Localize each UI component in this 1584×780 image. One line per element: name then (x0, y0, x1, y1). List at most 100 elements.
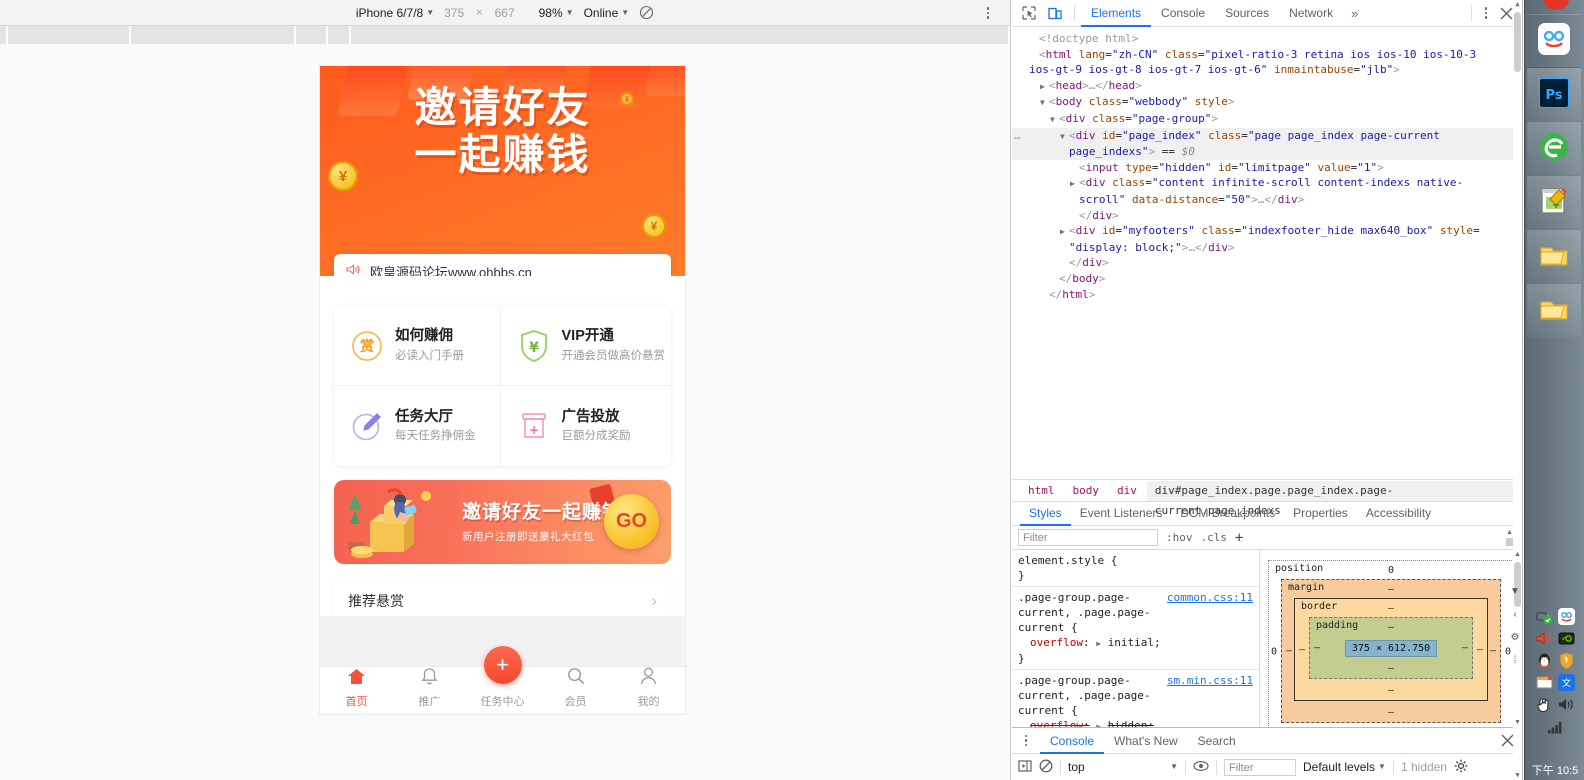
css-rule-common[interactable]: common.css:11 .page-group.page-current, … (1012, 587, 1259, 670)
css-property[interactable]: overflow (1018, 719, 1083, 727)
viewport-height-input[interactable]: 667 (495, 6, 515, 20)
css-rule-sm-min[interactable]: sm.min.css:11 .page-group.page-current, … (1012, 670, 1259, 727)
dom-tree[interactable]: <!doctype html> <html lang="zh-CN" class=… (1012, 27, 1522, 479)
dom-tree-line[interactable]: ▶ <head>…</head> (1012, 78, 1522, 95)
tab-promotion[interactable]: 推广 (393, 666, 466, 714)
chevron-left-icon[interactable]: ‹ (1506, 609, 1524, 620)
dom-tree-line[interactable]: </body> (1012, 271, 1522, 287)
element-classes-button[interactable]: .cls (1201, 531, 1228, 544)
dom-tree-line[interactable]: ▼ <body class="webbody" style> (1012, 94, 1522, 111)
volume-mute-icon[interactable] (1536, 630, 1553, 647)
qq-penguin-icon[interactable] (1536, 652, 1553, 669)
css-value[interactable]: hidden; (1108, 719, 1154, 727)
css-rule-element-style[interactable]: element.style { } (1012, 550, 1259, 587)
tab-sources[interactable]: Sources (1215, 0, 1279, 27)
dom-tree-line[interactable]: ▶ <div id="myfooters" class="indexfooter_… (1012, 223, 1522, 240)
dom-tree-line[interactable]: ios-gt-9 ios-gt-8 ios-gt-7 ios-gt-6" inm… (1012, 62, 1522, 78)
inspect-element-icon[interactable] (1016, 1, 1042, 25)
gear-icon[interactable]: ⚙ (1506, 632, 1524, 643)
translate-icon[interactable]: 文 (1557, 674, 1575, 691)
dom-tree-line[interactable]: scroll" data-distance="50">…</div> (1012, 192, 1522, 208)
force-state-button[interactable]: :hov (1166, 531, 1193, 544)
box-model-position-layer[interactable]: position 0 0 0 margin – – – border – – –… (1268, 560, 1514, 727)
grid-item-how-to-earn[interactable]: 赏 如何赚佣 必读入门手册 (334, 306, 501, 386)
taskbar-folder-button-2[interactable] (1527, 284, 1581, 338)
taskbar-photoshop-button[interactable]: Ps (1527, 68, 1581, 122)
dom-tree-line[interactable]: … ▼ <div id="page_index" class="page page_… (1012, 127, 1522, 145)
grid-item-vip[interactable]: ¥ VIP开通 开通会员做高价悬赏 (500, 306, 671, 386)
grid-item-task-hall[interactable]: 任务大厅 每天任务挣佣金 (334, 386, 501, 466)
drawer-menu-button[interactable] (1018, 732, 1034, 750)
device-select[interactable]: iPhone 6/7/8 ▼ (356, 6, 434, 20)
signal-bars-icon[interactable] (1547, 718, 1564, 735)
taskbar-notepadpp-button[interactable]: + (1527, 176, 1581, 230)
disclosure-triangle-icon[interactable]: ▶ (1070, 176, 1079, 192)
resize-handle[interactable]: ⁞ (1506, 655, 1524, 666)
new-style-rule-button[interactable]: + (1235, 530, 1243, 546)
box-model-content-size[interactable]: 375 × 612.750 (1344, 640, 1438, 657)
dom-tree-line[interactable]: ▼ <div class="page-group"> (1012, 111, 1522, 128)
devtools-settings-button[interactable] (1478, 4, 1494, 22)
tab-mine[interactable]: 我的 (612, 666, 685, 714)
drawer-tab-search[interactable]: Search (1188, 728, 1246, 754)
box-model-padding-layer[interactable]: padding – – – 375 × 612.750 – (1309, 617, 1473, 679)
nvidia-icon[interactable] (1558, 630, 1575, 647)
box-model-border-layer[interactable]: border – – – padding – – – 375 × 612.750… (1294, 598, 1488, 701)
mobile-viewport[interactable]: ¥ ¥ ¥ 邀请好友 一起赚钱 欧皇源码论坛www.ohbbs.cn 赏 如何赚… (320, 66, 685, 714)
volume-icon[interactable] (1558, 696, 1575, 713)
dom-tree-line[interactable]: <html lang="zh-CN" class="pixel-ratio-3 … (1012, 47, 1522, 63)
promo-banner[interactable]: 邀请好友一起赚钱 新用户注册即送豪礼大红包 GO (334, 480, 671, 564)
css-rules-list[interactable]: element.style { } common.css:11 .page-gr… (1012, 0, 1522, 780)
tab-accessibility[interactable]: Accessibility (1357, 501, 1440, 526)
css-value[interactable]: initial; (1108, 636, 1161, 649)
console-levels-select[interactable]: Default levels ▼ (1303, 760, 1386, 774)
drawer-tab-whats-new[interactable]: What's New (1104, 728, 1188, 754)
more-tabs-button[interactable]: » (1343, 6, 1366, 21)
disclosure-triangle-icon[interactable]: ▼ (1050, 112, 1059, 128)
clear-console-icon[interactable] (1039, 759, 1053, 776)
tab-home[interactable]: 首页 (320, 666, 393, 714)
css-property[interactable]: overflow (1018, 636, 1083, 649)
no-throttling-icon[interactable] (639, 5, 654, 20)
css-source-link[interactable]: common.css:11 (1167, 590, 1253, 605)
security-shield-icon[interactable] (1558, 652, 1575, 669)
tab-member[interactable]: 会员 (539, 666, 612, 714)
tab-dom-breakpoints[interactable]: DOM Breakpoints (1171, 501, 1284, 526)
promo-go-button[interactable]: GO (604, 494, 659, 549)
dom-tree-line[interactable]: <input type="hidden" id="limitpage" valu… (1012, 160, 1522, 176)
breadcrumb-item-div[interactable]: div (1109, 481, 1145, 501)
hand-tool-icon[interactable] (1536, 696, 1553, 713)
dom-tree-line[interactable]: page_indexs"> == $0 (1012, 144, 1522, 160)
zoom-select[interactable]: 98% ▼ (539, 6, 574, 20)
usb-device-ok-icon[interactable] (1536, 608, 1553, 625)
box-model-margin-layer[interactable]: margin – – – border – – – padding – – – … (1281, 579, 1501, 723)
notice-bar[interactable]: 欧皇源码论坛www.ohbbs.cn (334, 254, 671, 276)
window-app-icon[interactable] (1535, 674, 1553, 691)
breadcrumb-item-html[interactable]: html (1020, 481, 1063, 501)
chevron-down-icon[interactable]: ▼ (1506, 586, 1524, 597)
disclosure-triangle-icon[interactable]: ▶ (1060, 224, 1069, 240)
console-filter-input[interactable]: Filter (1224, 758, 1296, 776)
device-toolbar-icon[interactable] (1042, 1, 1068, 25)
tab-console[interactable]: Console (1151, 0, 1215, 27)
dom-tree-line[interactable]: </div> (1012, 208, 1522, 224)
dom-tree-line[interactable]: </html> (1012, 287, 1522, 303)
taskbar-baidu-netdisk-button[interactable] (1527, 14, 1581, 68)
dom-tree-line[interactable]: <!doctype html> (1012, 31, 1522, 47)
dom-tree-line[interactable]: ▶ <div class="content infinite-scroll con… (1012, 175, 1522, 192)
breadcrumb-item-body[interactable]: body (1065, 481, 1108, 501)
drawer-tab-console[interactable]: Console (1040, 728, 1104, 754)
tab-event-listeners[interactable]: Event Listeners (1071, 501, 1172, 526)
baidu-netdisk-tray-icon[interactable] (1557, 608, 1575, 625)
task-center-fab-button[interactable]: + (483, 646, 522, 684)
css-source-link[interactable]: sm.min.css:11 (1167, 673, 1253, 688)
disclosure-triangle-icon[interactable]: ▼ (1060, 129, 1069, 145)
taskbar-clock[interactable]: 下午 10:5 (1525, 762, 1584, 778)
gear-icon[interactable] (1454, 759, 1468, 776)
grid-item-advertising[interactable]: + 广告投放 巨额分成奖励 (501, 386, 672, 466)
styles-filter-input[interactable]: Filter (1018, 529, 1158, 546)
live-expression-icon[interactable] (1193, 760, 1209, 775)
execution-context-icon[interactable] (1018, 759, 1032, 776)
disclosure-triangle-icon[interactable]: ▶ (1040, 79, 1049, 95)
viewport-width-input[interactable]: 375 (444, 6, 464, 20)
